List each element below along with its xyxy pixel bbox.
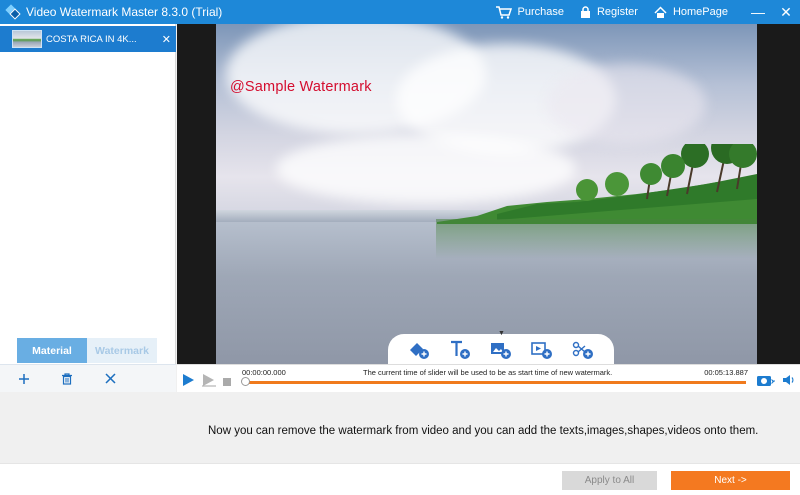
app-title: Video Watermark Master 8.3.0 (Trial) [26, 5, 223, 19]
add-watermark-toolbar: ▼ [388, 330, 614, 364]
tab-watermark[interactable]: Watermark [87, 338, 157, 363]
register-link[interactable]: Register [580, 5, 638, 19]
add-video-icon[interactable] [529, 338, 555, 362]
purchase-label: Purchase [517, 6, 564, 18]
material-item-name: COSTA RICA IN 4K... [46, 33, 137, 45]
register-label: Register [596, 6, 638, 18]
material-list-item[interactable]: COSTA RICA IN 4K... ✕ [0, 26, 176, 52]
home-icon [654, 5, 667, 18]
video-preview-frame: @Sample Watermark ▼ [177, 24, 800, 364]
timeline-slider-knob[interactable] [241, 377, 250, 386]
add-subtitle-icon[interactable] [570, 338, 596, 362]
app-logo-icon [5, 4, 21, 20]
purchase-link[interactable]: Purchase [495, 5, 564, 19]
end-time: 00:05:13.887 [704, 368, 748, 377]
stop-icon[interactable] [223, 378, 231, 386]
timeline-note: The current time of slider will be used … [363, 368, 613, 377]
play-segment-icon[interactable] [201, 373, 217, 387]
lock-icon [580, 5, 590, 18]
tree-reflection [436, 219, 757, 259]
watermark-text[interactable]: @Sample Watermark [230, 79, 372, 95]
timeline-bar: 00:00:00.000 The current time of slider … [177, 364, 800, 392]
chevron-down-icon[interactable]: ▼ [498, 330, 505, 337]
remove-item-icon[interactable]: ✕ [162, 33, 171, 46]
homepage-label: HomePage [672, 6, 728, 18]
add-image-icon[interactable]: ▼ [488, 330, 514, 362]
video-preview[interactable]: @Sample Watermark ▼ [216, 24, 757, 364]
material-panel: COSTA RICA IN 4K... ✕ Material Watermark [0, 24, 176, 392]
add-shape-icon[interactable] [406, 338, 432, 362]
snapshot-icon[interactable] [756, 373, 776, 387]
video-thumbnail [12, 30, 42, 48]
panel-tabs: Material Watermark [17, 338, 157, 363]
play-icon[interactable] [181, 373, 195, 387]
add-icon[interactable] [16, 371, 32, 387]
remove-icon[interactable] [102, 371, 118, 387]
delete-icon[interactable] [59, 371, 75, 387]
material-actions [0, 364, 176, 392]
tab-material[interactable]: Material [17, 338, 87, 363]
volume-icon[interactable] [782, 374, 796, 386]
apply-to-all-button[interactable]: Apply to All [562, 471, 657, 490]
start-time: 00:00:00.000 [242, 368, 286, 377]
add-text-icon[interactable] [447, 338, 473, 362]
close-window-button[interactable]: ✕ [772, 0, 800, 24]
title-bar: Video Watermark Master 8.3.0 (Trial) Pur… [0, 0, 800, 24]
instruction-message: Now you can remove the watermark from vi… [208, 425, 759, 437]
palm-trees [437, 144, 757, 224]
footer-bar: Apply to All Next -> [0, 463, 800, 495]
minimize-button[interactable]: — [744, 0, 772, 24]
next-button[interactable]: Next -> [671, 471, 790, 490]
homepage-link[interactable]: HomePage [654, 5, 728, 19]
timeline-track[interactable] [246, 381, 746, 384]
cart-icon [495, 5, 512, 19]
